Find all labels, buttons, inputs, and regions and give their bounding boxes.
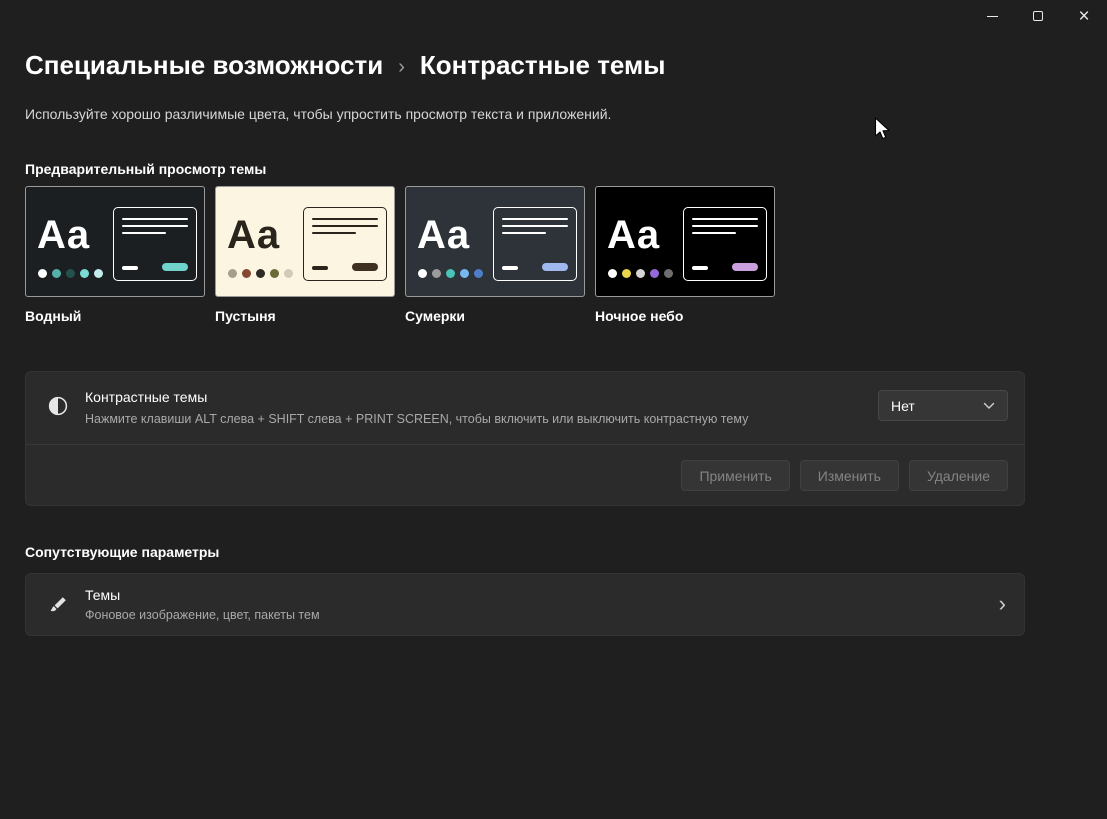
mini-accent-pill	[162, 263, 188, 271]
theme-mini-window	[113, 207, 197, 281]
mini-accent-pill	[732, 263, 758, 271]
theme-color-dots	[418, 269, 483, 278]
theme-thumbnail: Aa	[25, 186, 205, 297]
close-icon: ×	[1078, 5, 1090, 27]
theme-preview-desert[interactable]: Aa Пустыня	[215, 186, 395, 324]
mini-text-line	[502, 232, 546, 234]
edit-button[interactable]: Изменить	[799, 460, 899, 491]
themes-row-link[interactable]: Темы Фоновое изображение, цвет, пакеты т…	[25, 573, 1025, 636]
related-settings-label: Сопутствующие параметры	[25, 544, 220, 560]
breadcrumb-separator-icon: ›	[398, 56, 405, 78]
contrast-theme-dropdown[interactable]: Нет	[878, 390, 1008, 421]
theme-color-dot	[664, 269, 673, 278]
breadcrumb: Специальные возможности › Контрастные те…	[25, 50, 665, 81]
contrast-card-description: Нажмите клавиши ALT слева + SHIFT слева …	[85, 412, 749, 426]
apply-button[interactable]: Применить	[681, 460, 790, 491]
contrast-themes-card: Контрастные темы Нажмите клавиши ALT сле…	[25, 371, 1025, 506]
theme-color-dot	[432, 269, 441, 278]
mini-text-line	[692, 232, 736, 234]
theme-name: Водный	[25, 308, 82, 324]
theme-preview-aquatic[interactable]: Aa Водный	[25, 186, 205, 324]
page-title: Контрастные темы	[419, 50, 666, 80]
chevron-down-icon	[983, 402, 995, 409]
contrast-buttons-row: Применить Изменить Удаление	[681, 460, 1008, 491]
paintbrush-icon	[50, 597, 66, 612]
mini-dash	[122, 266, 138, 270]
card-divider	[26, 444, 1024, 445]
themes-link-title: Темы	[85, 587, 121, 603]
theme-color-dots	[228, 269, 293, 278]
theme-preview-night-sky[interactable]: Aa Ночное небо	[595, 186, 775, 324]
theme-color-dot	[228, 269, 237, 278]
theme-color-dot	[66, 269, 75, 278]
theme-name: Пустыня	[215, 308, 276, 324]
breadcrumb-parent[interactable]: Специальные возможности	[25, 50, 383, 81]
maximize-button[interactable]	[1015, 0, 1061, 32]
mini-dash	[692, 266, 708, 270]
theme-color-dot	[284, 269, 293, 278]
minimize-icon	[986, 15, 998, 17]
window-controls: ×	[969, 0, 1107, 32]
theme-thumbnail: Aa	[215, 186, 395, 297]
contrast-card-title: Контрастные темы	[85, 389, 208, 405]
mini-text-line	[122, 232, 166, 234]
mini-accent-pill	[352, 263, 378, 271]
theme-color-dot	[636, 269, 645, 278]
mouse-cursor	[874, 117, 890, 140]
minimize-button[interactable]	[969, 0, 1015, 32]
mini-accent-pill	[542, 263, 568, 271]
delete-button[interactable]: Удаление	[908, 460, 1008, 491]
mini-text-line	[122, 225, 188, 227]
theme-color-dot	[80, 269, 89, 278]
theme-color-dot	[650, 269, 659, 278]
chevron-right-icon: ›	[998, 590, 1006, 616]
page-description: Используйте хорошо различимые цвета, что…	[25, 106, 612, 122]
theme-color-dot	[608, 269, 617, 278]
theme-color-dots	[608, 269, 673, 278]
theme-color-dot	[270, 269, 279, 278]
theme-name: Сумерки	[405, 308, 466, 324]
theme-color-dot	[256, 269, 265, 278]
theme-color-dot	[242, 269, 251, 278]
dropdown-selected-value: Нет	[891, 397, 915, 414]
theme-preview-dusk[interactable]: Aa Сумерки	[405, 186, 585, 324]
themes-link-texts: Темы Фоновое изображение, цвет, пакеты т…	[85, 587, 320, 622]
theme-mini-window	[683, 207, 767, 281]
contrast-icon	[48, 396, 68, 416]
theme-color-dots	[38, 269, 103, 278]
theme-mini-window	[493, 207, 577, 281]
theme-color-dot	[446, 269, 455, 278]
theme-color-dot	[38, 269, 47, 278]
theme-name: Ночное небо	[595, 308, 684, 324]
theme-sample-text: Aa	[607, 213, 661, 257]
theme-previews-row: Aa Водный Aa Пустыня Aa Сумерки Aa Ночно…	[25, 186, 775, 324]
theme-preview-section-label: Предварительный просмотр темы	[25, 161, 267, 177]
mini-text-line	[312, 225, 378, 227]
theme-thumbnail: Aa	[405, 186, 585, 297]
theme-color-dot	[622, 269, 631, 278]
close-button[interactable]: ×	[1061, 0, 1107, 32]
theme-mini-window	[303, 207, 387, 281]
maximize-icon	[1033, 11, 1043, 21]
mini-text-line	[692, 225, 758, 227]
mini-text-line	[122, 218, 188, 220]
mini-dash	[312, 266, 328, 270]
theme-color-dot	[460, 269, 469, 278]
theme-color-dot	[94, 269, 103, 278]
mini-text-line	[502, 225, 568, 227]
theme-thumbnail: Aa	[595, 186, 775, 297]
theme-sample-text: Aa	[417, 213, 471, 257]
mini-text-line	[502, 218, 568, 220]
mini-text-line	[312, 218, 378, 220]
theme-sample-text: Aa	[37, 213, 91, 257]
theme-color-dot	[474, 269, 483, 278]
mini-dash	[502, 266, 518, 270]
theme-sample-text: Aa	[227, 213, 281, 257]
contrast-card-texts: Контрастные темы Нажмите клавиши ALT сле…	[85, 389, 748, 426]
theme-color-dot	[52, 269, 61, 278]
mini-text-line	[312, 232, 356, 234]
mini-text-line	[692, 218, 758, 220]
themes-link-subtitle: Фоновое изображение, цвет, пакеты тем	[85, 608, 320, 622]
theme-color-dot	[418, 269, 427, 278]
